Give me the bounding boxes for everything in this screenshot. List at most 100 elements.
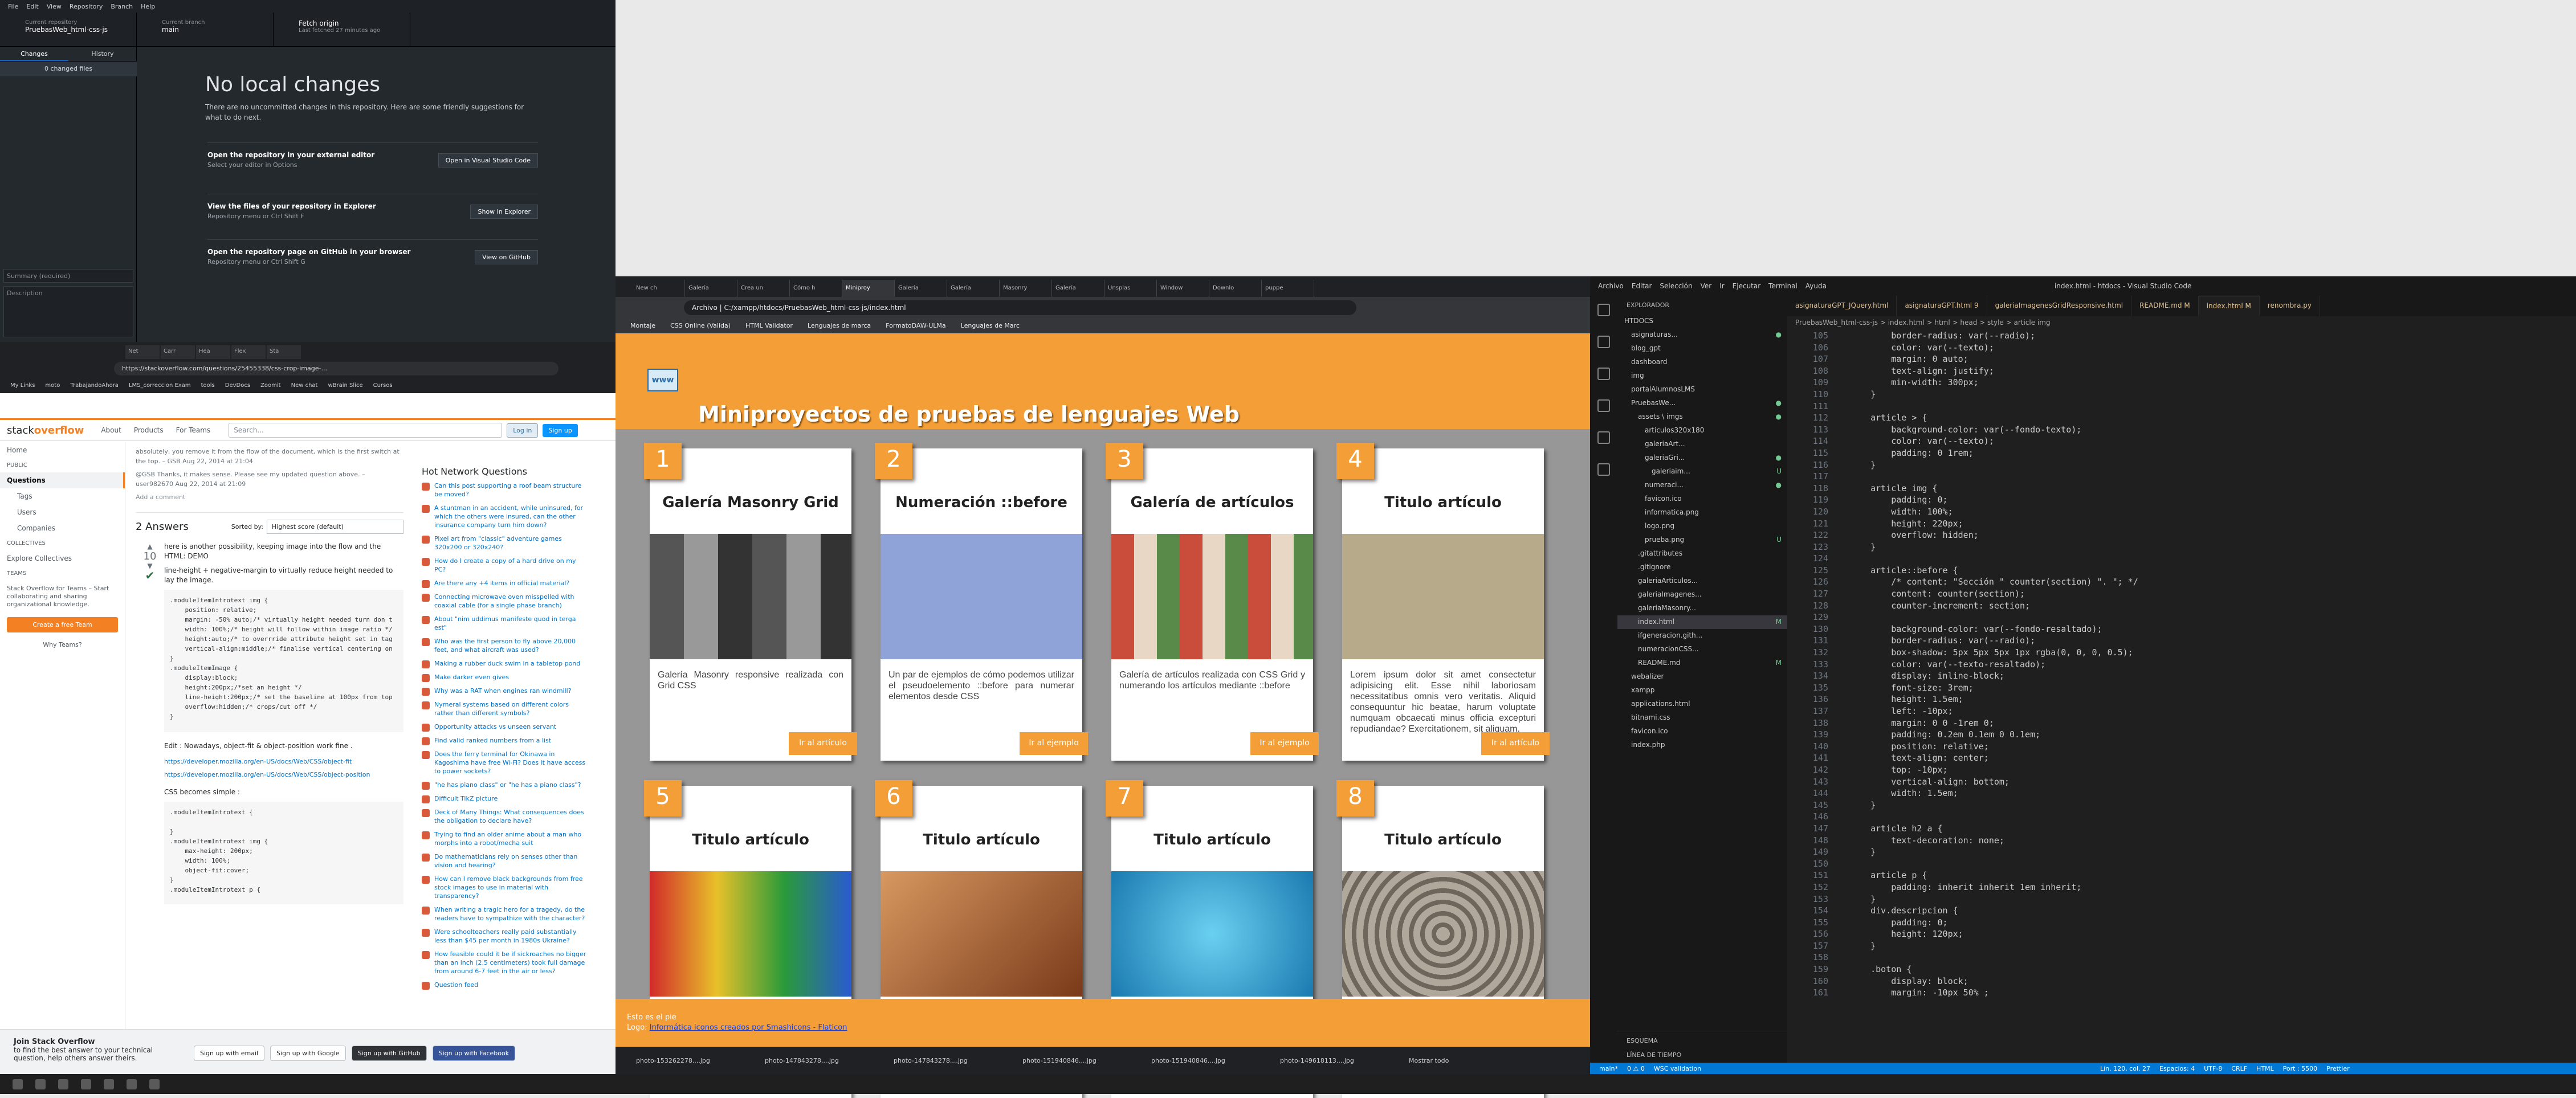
show-in-explorer-button[interactable]: Show in Explorer bbox=[470, 205, 538, 219]
tree-item[interactable]: applications.html bbox=[1617, 697, 1787, 711]
status-prettier[interactable]: Prettier bbox=[2326, 1065, 2349, 1072]
status-port[interactable]: Port : 5500 bbox=[2283, 1065, 2318, 1072]
code-text[interactable]: border-radius: var(--radio); color: var(… bbox=[1850, 330, 2534, 999]
browser-tab[interactable]: Net bbox=[125, 345, 160, 359]
tab-history[interactable]: History bbox=[68, 47, 137, 61]
menu-view[interactable]: View bbox=[47, 3, 62, 10]
bookmark[interactable]: New chat bbox=[291, 379, 318, 392]
card-title[interactable]: Titulo artículo bbox=[1342, 494, 1544, 511]
hot-question-link[interactable]: How feasible could it be if sickroaches … bbox=[422, 950, 587, 975]
bookmark[interactable]: CSS Online (Valida) bbox=[670, 319, 731, 333]
download-item[interactable]: photo-151940846....jpg bbox=[1151, 1057, 1260, 1064]
download-item[interactable]: photo-151940846....jpg bbox=[1022, 1057, 1131, 1064]
hot-question-link[interactable]: About "nim uddimus manifeste quod in ter… bbox=[422, 615, 587, 632]
link-object-position[interactable]: https://developer.mozilla.org/en-US/docs… bbox=[164, 770, 403, 779]
download-item[interactable]: photo-153262278....jpg bbox=[636, 1057, 744, 1064]
card-button[interactable]: Ir al artículo bbox=[1481, 732, 1550, 755]
bookmark[interactable]: FormatoDAW-ULMa bbox=[886, 319, 946, 333]
hot-question-link[interactable]: Difficult TikZ picture bbox=[422, 794, 587, 803]
tree-item[interactable]: galeriaArt... bbox=[1617, 438, 1787, 451]
menu-edit[interactable]: Edit bbox=[26, 3, 38, 10]
tree-item[interactable]: galeriaMasonry... bbox=[1617, 602, 1787, 615]
menu-file[interactable]: File bbox=[8, 3, 18, 10]
editor-tab[interactable]: renombra.py bbox=[2260, 296, 2321, 316]
menu-repository[interactable]: Repository bbox=[70, 3, 103, 10]
browser-tab[interactable]: Masonry bbox=[1000, 280, 1052, 297]
menu-item[interactable]: Archivo bbox=[1598, 282, 1624, 290]
card-title[interactable]: Titulo artículo bbox=[881, 831, 1082, 848]
card-button[interactable]: Ir al ejemplo bbox=[1250, 732, 1319, 755]
hot-question-link[interactable]: Trying to find an older anime about a ma… bbox=[422, 830, 587, 847]
signup-facebook-button[interactable]: Sign up with Facebook bbox=[432, 1046, 516, 1061]
bookmark[interactable]: My Links bbox=[10, 379, 35, 392]
sidebar-tags[interactable]: Tags bbox=[0, 488, 125, 504]
extensions-icon[interactable] bbox=[1597, 431, 1610, 444]
tree-item[interactable]: galeriaArticulos... bbox=[1617, 574, 1787, 588]
search-icon[interactable] bbox=[35, 1079, 46, 1089]
bookmark[interactable]: Zoomit bbox=[260, 379, 281, 392]
bookmark[interactable]: HTML Validator bbox=[745, 319, 793, 333]
tree-item[interactable]: logo.png bbox=[1617, 520, 1787, 533]
bookmark[interactable]: tools bbox=[201, 379, 215, 392]
browser-tab[interactable]: Galería bbox=[895, 280, 947, 297]
tree-item[interactable]: index.html M bbox=[1617, 615, 1787, 629]
tree-item[interactable]: dashboard bbox=[1617, 356, 1787, 369]
menu-branch[interactable]: Branch bbox=[111, 3, 133, 10]
signup-github-button[interactable]: Sign up with GitHub bbox=[351, 1046, 427, 1061]
view-on-github-button[interactable]: View on GitHub bbox=[475, 250, 538, 264]
browser-tab[interactable]: Hea bbox=[196, 345, 230, 359]
hot-question-link[interactable]: Does the ferry terminal for Okinawa in K… bbox=[422, 750, 587, 775]
browser-tab[interactable]: Crea un bbox=[737, 280, 790, 297]
hot-question-link[interactable]: Who was the first person to fly above 20… bbox=[422, 637, 587, 654]
hot-question-link[interactable]: Opportunity attacks vs unseen servant bbox=[422, 723, 587, 732]
card-button[interactable]: Ir al ejemplo bbox=[1020, 732, 1088, 755]
browser-tab[interactable]: Carr bbox=[161, 345, 195, 359]
open-in-vscode-button[interactable]: Open in Visual Studio Code bbox=[438, 153, 538, 168]
hot-question-link[interactable]: Making a rubber duck swim in a tabletop … bbox=[422, 659, 587, 668]
create-team-button[interactable]: Create a free Team bbox=[7, 617, 118, 632]
status-position[interactable]: Lín. 120, col. 27 bbox=[2100, 1065, 2150, 1072]
hot-question-link[interactable]: How can I remove black backgrounds from … bbox=[422, 875, 587, 900]
card-title[interactable]: Titulo artículo bbox=[650, 831, 851, 848]
editor-tab-active[interactable]: index.html M bbox=[2198, 296, 2260, 316]
breadcrumb[interactable]: PruebasWeb_html-css-js > index.html > ht… bbox=[1787, 316, 2576, 330]
hot-question-link[interactable]: Nymeral systems based on different color… bbox=[422, 700, 587, 717]
editor-tab[interactable]: galeriaImagenesGridResponsive.html bbox=[1987, 296, 2132, 316]
menu-item[interactable]: Editar bbox=[1632, 282, 1652, 290]
taskview-icon[interactable] bbox=[58, 1079, 68, 1089]
address-bar[interactable]: Archivo | C:/xampp/htdocs/PruebasWeb_htm… bbox=[684, 300, 1356, 315]
hot-question-link[interactable]: Make darker even gives bbox=[422, 673, 587, 682]
summary-input[interactable]: Summary (required) bbox=[3, 269, 133, 283]
code-editor[interactable]: 105 106 107 108 109 110 111 112 113 114 … bbox=[1787, 330, 2576, 1063]
signup-email-button[interactable]: Sign up with email bbox=[194, 1046, 265, 1061]
hot-question-link[interactable]: Why was a RAT when engines ran windmill? bbox=[422, 687, 587, 696]
browser-tab[interactable]: Downlo bbox=[1209, 280, 1262, 297]
chrome-app-icon[interactable] bbox=[104, 1079, 114, 1089]
status-eol[interactable]: CRLF bbox=[2231, 1065, 2247, 1072]
footer-credit-link[interactable]: Informática iconos creados por Smashicon… bbox=[650, 1023, 847, 1032]
hot-question-link[interactable]: Deck of Many Things: What consequences d… bbox=[422, 808, 587, 825]
status-branch[interactable]: main* bbox=[1599, 1065, 1618, 1072]
tree-item[interactable]: .gitignore bbox=[1617, 561, 1787, 574]
tree-item[interactable]: numeracionCSS... bbox=[1617, 643, 1787, 656]
menu-item[interactable]: Terminal bbox=[1768, 282, 1798, 290]
tree-item[interactable]: bitnami.css bbox=[1617, 711, 1787, 725]
menu-item[interactable]: Ir bbox=[1719, 282, 1724, 290]
sort-select[interactable]: Highest score (default) bbox=[267, 520, 403, 534]
tree-item[interactable]: HTDOCS bbox=[1617, 315, 1787, 328]
explorer-app-icon[interactable] bbox=[81, 1079, 91, 1089]
status-language[interactable]: HTML bbox=[2256, 1065, 2274, 1072]
tree-item[interactable]: blog_gpt bbox=[1617, 342, 1787, 356]
status-validation[interactable]: WSC validation bbox=[1654, 1065, 1701, 1072]
browser-tab[interactable]: Cómo h bbox=[790, 280, 842, 297]
vscode-app-icon[interactable] bbox=[127, 1079, 137, 1089]
hot-question-link[interactable]: Can this post supporting a roof beam str… bbox=[422, 481, 587, 499]
tree-item[interactable]: README.md M bbox=[1617, 656, 1787, 670]
bookmark[interactable]: DevDocs bbox=[225, 379, 250, 392]
download-item[interactable]: photo-149618113....jpg bbox=[1280, 1057, 1388, 1064]
tree-item[interactable]: galeriaim... U bbox=[1617, 465, 1787, 479]
source-control-icon[interactable] bbox=[1597, 368, 1610, 380]
sidebar-questions[interactable]: Questions bbox=[0, 472, 125, 488]
browser-tab[interactable]: Sta bbox=[267, 345, 301, 359]
sidebar-explore[interactable]: Explore Collectives bbox=[0, 550, 125, 566]
